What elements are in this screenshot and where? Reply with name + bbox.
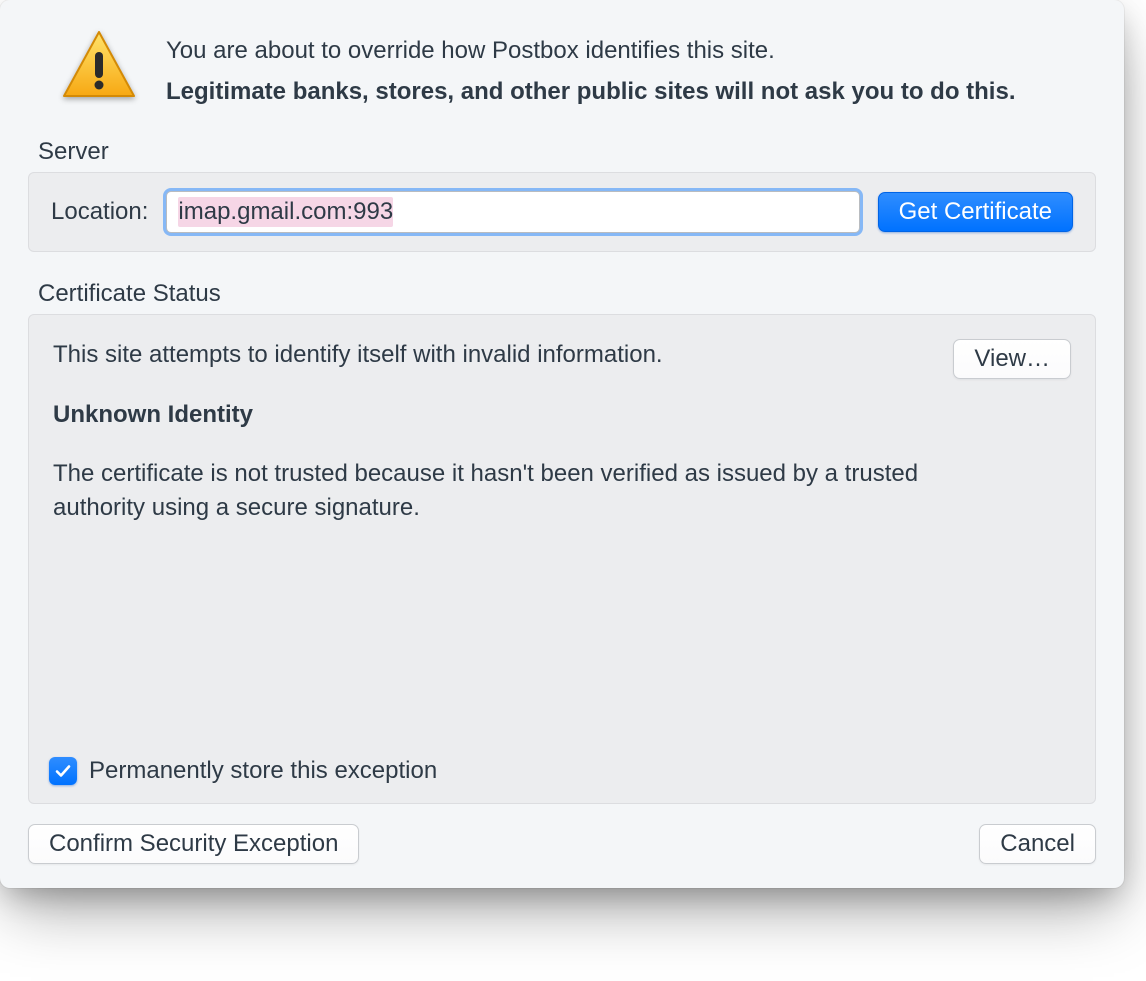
location-input-wrapper[interactable]: imap.gmail.com:993 [166,191,859,233]
dialog-header: You are about to override how Postbox id… [28,28,1096,110]
unknown-identity-title: Unknown Identity [53,401,1071,429]
header-line2: Legitimate banks, stores, and other publ… [166,73,1015,110]
location-label: Location: [51,198,148,226]
header-text: You are about to override how Postbox id… [166,28,1015,110]
confirm-security-exception-button[interactable]: Confirm Security Exception [28,824,359,864]
location-input-value: imap.gmail.com:993 [178,192,393,232]
cert-status-panel: This site attempts to identify itself wi… [28,314,1096,804]
permanent-store-label: Permanently store this exception [89,757,437,785]
cert-explanation: The certificate is not trusted because i… [53,457,1013,524]
get-certificate-button[interactable]: Get Certificate [878,192,1073,232]
cert-status-section-label: Certificate Status [38,280,1096,308]
cert-invalid-message: This site attempts to identify itself wi… [53,337,833,373]
security-exception-dialog: You are about to override how Postbox id… [0,0,1124,888]
cancel-button[interactable]: Cancel [979,824,1096,864]
checkmark-icon [54,762,72,780]
location-input[interactable]: imap.gmail.com:993 [166,191,859,233]
view-certificate-button[interactable]: View… [953,339,1071,379]
header-line1: You are about to override how Postbox id… [166,32,1015,69]
warning-icon [60,28,138,102]
server-panel: Location: imap.gmail.com:993 Get Certifi… [28,172,1096,252]
dialog-footer: Confirm Security Exception Cancel [28,824,1096,864]
server-section-label: Server [38,138,1096,166]
permanent-store-checkbox[interactable] [49,757,77,785]
server-row: Location: imap.gmail.com:993 Get Certifi… [51,191,1073,233]
permanent-store-row[interactable]: Permanently store this exception [49,757,437,785]
